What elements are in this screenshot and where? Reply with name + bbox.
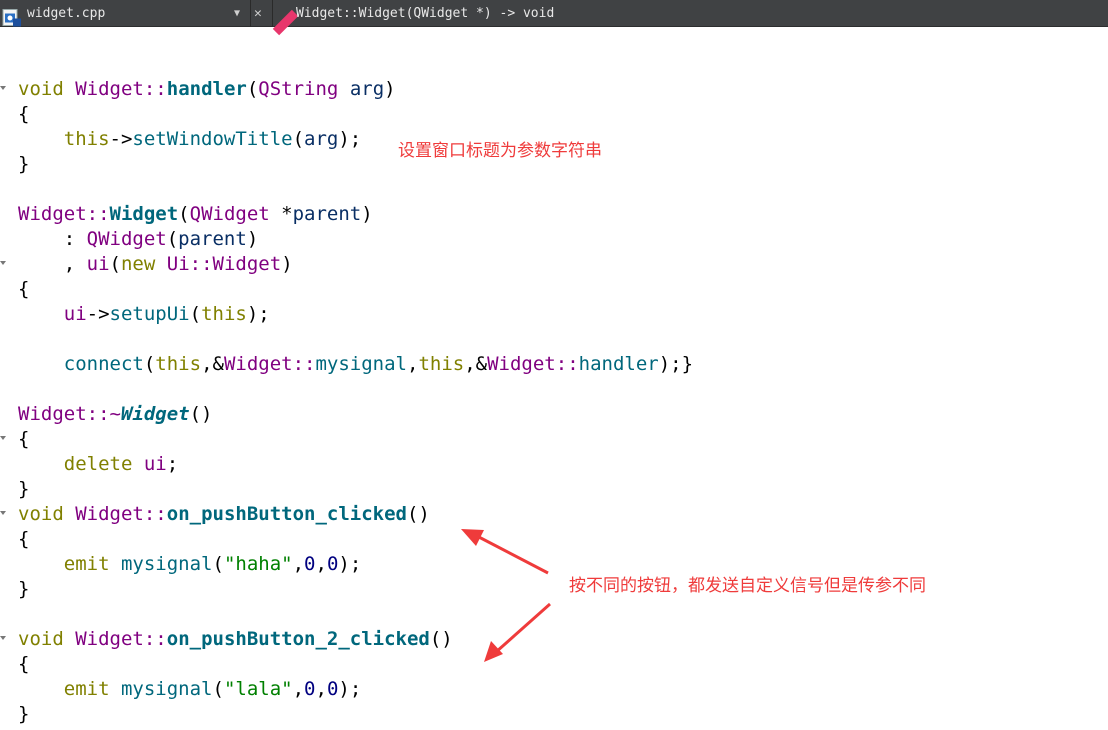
- arrow-icon: [484, 602, 551, 662]
- annotation-arrows: [461, 529, 551, 662]
- arrow-icon: [461, 529, 549, 575]
